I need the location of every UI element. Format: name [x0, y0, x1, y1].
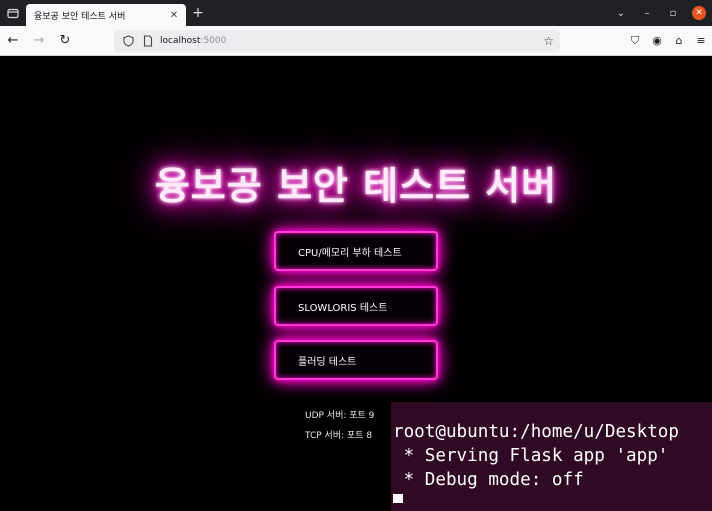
- terminal-cursor: [393, 494, 403, 503]
- minimize-icon: –: [644, 7, 650, 19]
- shield-icon[interactable]: [120, 34, 136, 47]
- tab-overflow-button[interactable]: ⌄: [608, 0, 634, 26]
- bookmark-star-icon[interactable]: ☆: [543, 34, 554, 48]
- terminal-prompt-line: root@ubuntu:/home/u/Desktop: [393, 422, 679, 442]
- account-icon: ◉: [652, 34, 662, 47]
- window-close-button[interactable]: ✕: [686, 0, 712, 26]
- cpu-memory-load-test-button[interactable]: CPU/메모리 부하 테스트: [274, 231, 438, 271]
- maximize-button[interactable]: ▫: [660, 0, 686, 26]
- terminal-output-line: * Debug mode: off: [393, 470, 584, 490]
- flooding-test-button[interactable]: 플러딩 테스트: [274, 340, 438, 380]
- reload-button[interactable]: ↻: [52, 26, 78, 56]
- back-button[interactable]: ←: [0, 26, 26, 56]
- extensions-icon: ⌂: [675, 34, 683, 47]
- button-label: CPU/메모리 부하 테스트: [298, 247, 402, 259]
- tab-list-button[interactable]: [0, 0, 26, 26]
- url-port: :5000: [200, 35, 227, 46]
- url-bar[interactable]: localhost:5000 ☆: [114, 29, 560, 52]
- server-info: UDP 서버: 포트 9 TCP 서버: 포트 8: [305, 406, 374, 446]
- pocket-icon: ⛉: [630, 33, 640, 47]
- tabs-icon: [7, 8, 19, 19]
- page-icon[interactable]: [140, 34, 156, 47]
- maximize-icon: ▫: [669, 7, 677, 19]
- udp-server-info: UDP 서버: 포트 9: [305, 411, 375, 421]
- menu-button[interactable]: ≡: [690, 26, 712, 56]
- extensions-button[interactable]: ⌂: [668, 26, 690, 56]
- tab-title: 융보공 보안 테스트 서버: [34, 11, 126, 22]
- tab-close-icon[interactable]: ✕: [168, 10, 180, 21]
- reload-icon: ↻: [59, 33, 71, 48]
- navigation-bar: ← → ↻ localhost:5000 ☆ ⛉ ◉ ⌂ ≡: [0, 26, 712, 56]
- slowloris-test-button[interactable]: SLOWLORIS 테스트: [274, 286, 438, 326]
- tcp-server-info: TCP 서버: 포트 8: [305, 431, 373, 441]
- arrow-left-icon: ←: [7, 33, 19, 48]
- terminal-output-line: * Serving Flask app 'app': [393, 446, 669, 466]
- forward-button[interactable]: →: [26, 26, 52, 56]
- url-host: localhost: [160, 35, 201, 46]
- pocket-button[interactable]: ⛉: [624, 26, 646, 56]
- new-tab-button[interactable]: +: [186, 0, 210, 26]
- hamburger-menu-icon: ≡: [696, 34, 706, 47]
- terminal-window[interactable]: root@ubuntu:/home/u/Desktop * Serving Fl…: [391, 402, 712, 511]
- close-icon: ✕: [692, 6, 706, 20]
- button-label: 플러딩 테스트: [298, 356, 357, 368]
- chevron-down-icon: ⌄: [616, 7, 626, 19]
- button-label: SLOWLORIS 테스트: [298, 302, 388, 314]
- plus-icon: +: [192, 5, 204, 21]
- tab-strip: 융보공 보안 테스트 서버 ✕ + ⌄ – ▫ ✕: [0, 0, 712, 26]
- page-title: 융보공 보안 테스트 서버: [154, 164, 558, 208]
- arrow-right-icon: →: [33, 33, 45, 48]
- browser-tab[interactable]: 융보공 보안 테스트 서버 ✕: [26, 4, 186, 26]
- minimize-button[interactable]: –: [634, 0, 660, 26]
- account-button[interactable]: ◉: [646, 26, 668, 56]
